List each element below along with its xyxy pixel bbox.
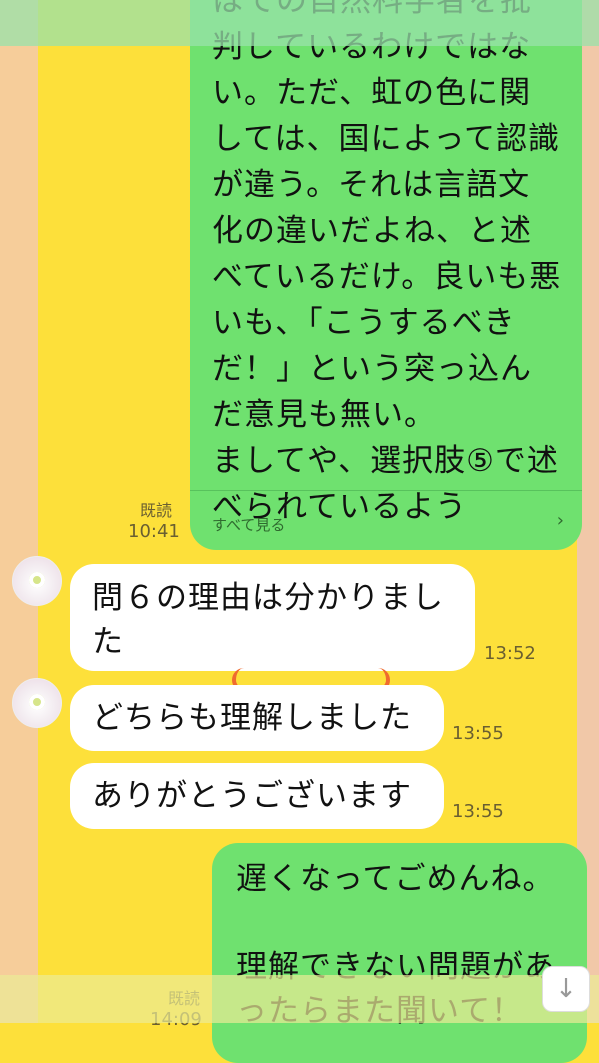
avatar[interactable] [12,556,62,606]
message-text: はての自然科学者を批判しているわけではない。ただ、虹の色に関しては、国によって認… [212,0,562,525]
top-overlay [0,0,599,46]
message-text: どちらも理解しました [92,700,412,736]
see-all-link[interactable]: すべて見る [212,514,285,535]
message-text: 問６の理由は分かりました [92,580,444,660]
outgoing-message[interactable]: 遅くなってごめんね。 理解できない問題があったらまた聞いて！ [212,843,587,1063]
chevron-right-icon: › [556,510,564,531]
message-time: 10:41 [128,521,180,542]
message-time: 13:52 [484,643,536,664]
bottom-overlay [0,975,599,1023]
incoming-message[interactable]: どちらも理解しました [70,685,444,751]
message-text: ありがとうございます [92,778,412,814]
arrow-down-icon: ↓ [555,974,577,1004]
avatar[interactable] [12,678,62,728]
message-time: 13:55 [452,723,504,744]
message-time: 13:55 [452,801,504,822]
incoming-message[interactable]: ありがとうございます [70,763,444,829]
incoming-message[interactable]: 問６の理由は分かりました [70,564,475,671]
left-side-panel [0,0,38,1023]
outgoing-message-long[interactable]: はての自然科学者を批判しているわけではない。ただ、虹の色に関しては、国によって認… [190,0,582,550]
read-receipt: 既読 [140,501,173,520]
divider [190,490,582,491]
scroll-to-bottom-button[interactable]: ↓ [542,966,590,1012]
